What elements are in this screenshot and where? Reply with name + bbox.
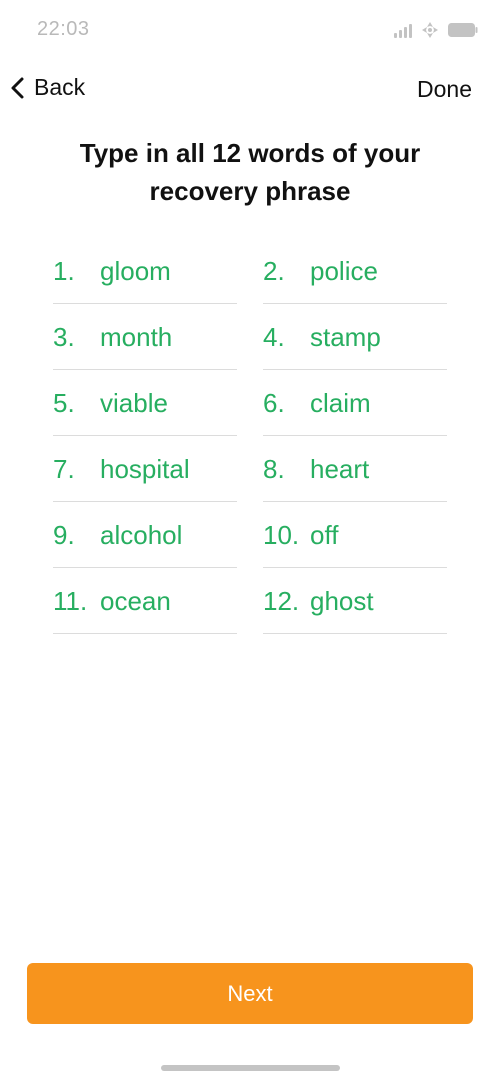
- recovery-word-field[interactable]: 1. gloom: [53, 238, 237, 304]
- recovery-word-field[interactable]: 3. month: [53, 304, 237, 370]
- word-index: 8.: [263, 454, 285, 484]
- word-value: ghost: [310, 586, 374, 616]
- wifi-icon: [420, 20, 440, 40]
- recovery-word-field[interactable]: 6. claim: [263, 370, 447, 436]
- recovery-word-field[interactable]: 8. heart: [263, 436, 447, 502]
- page-title: Type in all 12 words of your recovery ph…: [79, 138, 421, 206]
- word-index: 5.: [53, 388, 75, 418]
- word-value: hospital: [100, 454, 190, 484]
- word-value: viable: [100, 388, 168, 418]
- word-value: heart: [310, 454, 370, 484]
- status-time: 22:03: [37, 18, 90, 40]
- back-label: Back: [34, 74, 86, 100]
- word-value: alcohol: [100, 520, 183, 550]
- recovery-word-field[interactable]: 7. hospital: [53, 436, 237, 502]
- recovery-word-field[interactable]: 11. ocean: [53, 568, 237, 634]
- recovery-word-field[interactable]: 4. stamp: [263, 304, 447, 370]
- home-indicator: [161, 1065, 340, 1071]
- recovery-word-field[interactable]: 5. viable: [53, 370, 237, 436]
- word-index: 3.: [53, 322, 75, 352]
- chevron-left-icon: [10, 76, 26, 100]
- word-value: month: [100, 322, 173, 352]
- word-index: 2.: [263, 256, 285, 286]
- done-button[interactable]: Done: [417, 76, 472, 103]
- word-value: stamp: [310, 322, 381, 352]
- word-index: 9.: [53, 520, 75, 550]
- word-index: 1.: [53, 256, 75, 286]
- recovery-word-field[interactable]: 10. off: [263, 502, 447, 568]
- battery-icon: [448, 23, 478, 37]
- word-value: ocean: [100, 586, 171, 616]
- word-value: claim: [310, 388, 371, 418]
- recovery-phrase-screen: 22:03 Back Done Type in all 12 words of …: [0, 0, 500, 1083]
- word-index: 4.: [263, 322, 285, 352]
- recovery-word-field[interactable]: 12. ghost: [263, 568, 447, 634]
- cellular-signal-icon: [394, 22, 412, 38]
- word-index: 6.: [263, 388, 285, 418]
- status-bar: 22:03: [0, 0, 500, 60]
- recovery-word-field[interactable]: 2. police: [263, 238, 447, 304]
- next-button[interactable]: Next: [27, 963, 473, 1024]
- word-value: police: [310, 256, 378, 286]
- word-index: 10.: [263, 520, 300, 550]
- nav-bar: Back Done: [0, 70, 500, 112]
- word-value: gloom: [100, 256, 171, 286]
- back-button[interactable]: Back: [10, 74, 85, 101]
- recovery-word-grid: 1. gloom 2. police 3. month 4. stamp 5. viable 6. c…: [53, 238, 447, 634]
- word-index: 12.: [263, 586, 300, 616]
- word-index: 7.: [53, 454, 75, 484]
- recovery-word-field[interactable]: 9. alcohol: [53, 502, 237, 568]
- status-icons: [394, 20, 478, 40]
- word-index: 11.: [53, 586, 88, 616]
- word-value: off: [310, 520, 339, 550]
